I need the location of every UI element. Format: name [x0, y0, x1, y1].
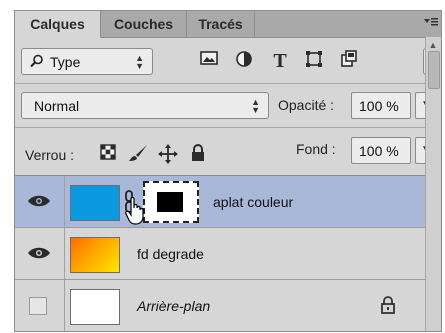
select-arrows-icon: ▲ ▼: [135, 53, 144, 71]
layer-thumbnail-color-fill: [70, 185, 120, 221]
layer-mask-thumbnail[interactable]: [143, 181, 199, 223]
opacity-label: Opacité :: [278, 97, 335, 113]
divider: [15, 127, 441, 128]
select-arrows-icon: ▲ ▼: [251, 97, 260, 115]
opacity-value: 100 %: [359, 98, 399, 114]
layer-name: aplat couleur: [213, 194, 294, 210]
type-filter-icon[interactable]: T: [269, 50, 291, 72]
hand-cursor-icon: [125, 196, 149, 231]
tab-traces[interactable]: Tracés: [187, 11, 255, 37]
fill-label: Fond :: [296, 141, 336, 157]
lock-transparent-pixels-icon[interactable]: [97, 144, 119, 166]
visibility-empty-box: [29, 297, 47, 315]
layers-panel: Calques Couches Tracés Type ▲ ▼ T Normal …: [14, 10, 442, 332]
smart-object-filter-icon[interactable]: [338, 50, 360, 72]
tab-calques[interactable]: Calques: [15, 11, 101, 38]
layer-thumbnail-gradient: [70, 237, 120, 273]
divider: [15, 83, 441, 84]
adjustment-filter-icon[interactable]: [233, 50, 255, 72]
fill-input[interactable]: 100 %: [351, 137, 411, 164]
shape-filter-icon[interactable]: [303, 50, 325, 72]
lock-all-icon[interactable]: [187, 144, 209, 166]
lock-label: Verrou :: [25, 147, 75, 163]
lock-image-pixels-icon[interactable]: [127, 144, 149, 166]
eye-icon: [27, 194, 51, 213]
fill-value: 100 %: [359, 143, 399, 159]
image-filter-icon[interactable]: [198, 50, 220, 72]
tab-couches[interactable]: Couches: [101, 11, 187, 37]
layer-visibility-toggle[interactable]: [15, 228, 65, 280]
layer-row-fd-degrade[interactable]: fd degrade: [15, 228, 425, 280]
layer-row-arriere-plan[interactable]: Arrière-plan: [15, 280, 425, 331]
eye-icon: [27, 246, 51, 265]
blend-mode-select[interactable]: Normal ▲ ▼: [21, 92, 269, 119]
blend-mode-value: Normal: [34, 98, 80, 114]
mask-shape: [157, 192, 183, 212]
filter-type-label: Type: [50, 54, 81, 70]
lock-position-icon[interactable]: [157, 144, 179, 166]
layer-name: fd degrade: [137, 246, 204, 262]
search-icon: [30, 54, 44, 73]
opacity-input[interactable]: 100 %: [351, 92, 411, 119]
layer-visibility-toggle[interactable]: [15, 280, 65, 331]
scroll-up-icon[interactable]: ▲: [428, 41, 438, 50]
scrollbar-thumb[interactable]: [428, 51, 440, 89]
layer-visibility-toggle[interactable]: [15, 176, 65, 228]
panel-menu-icon[interactable]: [423, 16, 438, 30]
panel-tab-bar: Calques Couches Tracés: [15, 11, 441, 38]
layer-row-aplat-couleur[interactable]: aplat couleur: [15, 176, 425, 228]
layer-thumbnail-white: [70, 289, 120, 325]
layers-scrollbar[interactable]: ▲: [425, 37, 441, 331]
lock-icon: [381, 296, 395, 319]
filter-type-select[interactable]: Type ▲ ▼: [21, 48, 153, 75]
layer-name: Arrière-plan: [137, 298, 211, 314]
